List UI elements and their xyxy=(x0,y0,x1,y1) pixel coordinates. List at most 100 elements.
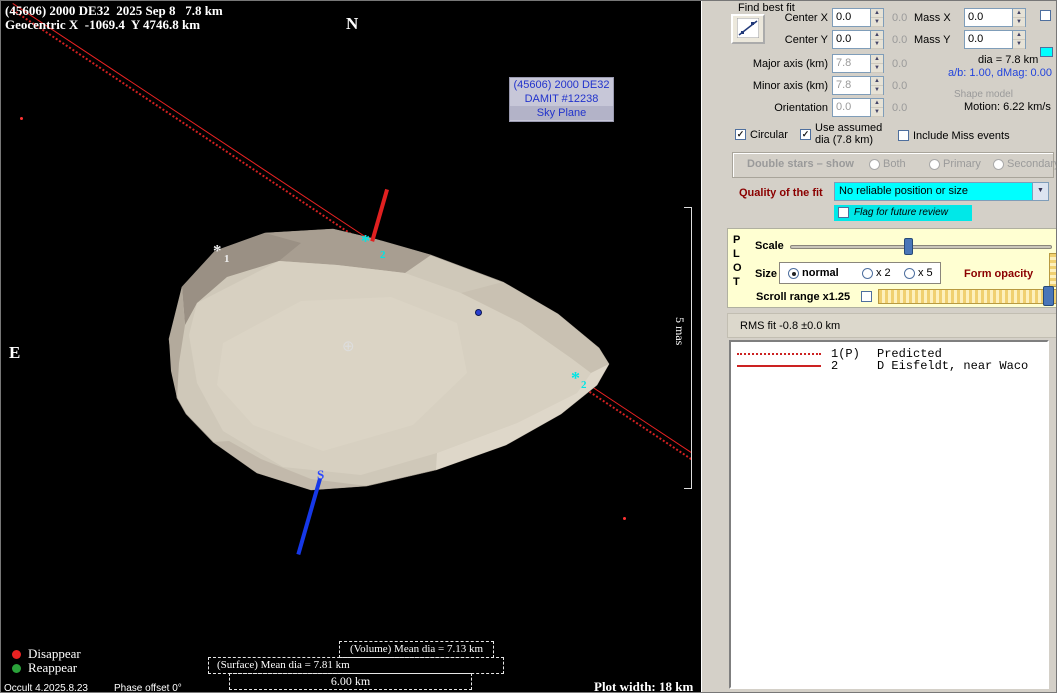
minor-axis-label: Minor axis (km) xyxy=(728,80,828,92)
spin-down-icon[interactable]: ▼ xyxy=(1013,40,1025,49)
stray-dot-right xyxy=(623,517,626,520)
flag-review-label: Flag for future review xyxy=(854,207,948,218)
chord-list-row[interactable]: 2 D Eisfeldt, near Waco xyxy=(737,359,1028,372)
include-miss-checkbox[interactable] xyxy=(898,130,909,141)
chord2-label-r: 2 xyxy=(581,379,587,391)
disappear-marker-chord2[interactable]: * xyxy=(361,231,370,252)
surface-dia-text: (Surface) Mean dia = 7.81 km xyxy=(217,659,350,671)
mass-y-spin-buttons[interactable]: ▲▼ xyxy=(1012,31,1025,48)
ab-dmag-readout: a/b: 1.00, dMag: 0.00 xyxy=(948,67,1052,79)
spin-down-icon[interactable]: ▼ xyxy=(1013,18,1025,27)
motion-readout: Motion: 6.22 km/s xyxy=(964,101,1051,113)
scroll-range-checkbox[interactable] xyxy=(861,291,872,302)
size-x5-label: x 5 xyxy=(918,267,933,279)
info-object: (45606) 2000 DE32 xyxy=(510,78,613,92)
predicted-center-asterisk: * xyxy=(213,241,222,261)
flag-review-checkbox[interactable] xyxy=(838,207,849,218)
form-opacity-vertical-track[interactable] xyxy=(1049,253,1057,287)
mas-scale-label: 5 mas xyxy=(672,317,687,345)
mass-x-value: 0.0 xyxy=(965,9,1012,26)
center-x-sigma: 0.0 xyxy=(892,12,907,24)
double-stars-caption: Double stars – show xyxy=(747,158,854,170)
reappear-marker-chord2[interactable]: * xyxy=(571,368,580,389)
both-radio xyxy=(869,159,880,170)
center-x-label: Center X xyxy=(758,12,828,24)
plot-letter-p: P xyxy=(733,234,740,246)
info-damit: DAMIT #12238 xyxy=(510,92,613,106)
center-y-spinner[interactable]: 0.0 ▲▼ xyxy=(832,30,884,49)
volume-dia-box: (Volume) Mean dia = 7.13 km xyxy=(339,641,494,658)
find-best-fit-icon xyxy=(737,18,759,38)
info-sky-plane: Sky Plane xyxy=(510,106,613,120)
spin-down-icon: ▼ xyxy=(871,108,883,117)
minor-axis-spin-buttons: ▲▼ xyxy=(870,77,883,94)
scalebar-text: 6.00 km xyxy=(331,674,370,688)
center-y-label: Center Y xyxy=(758,34,828,46)
dropdown-arrow-icon[interactable]: ▼ xyxy=(1032,183,1048,200)
scroll-range-label: Scroll range x1.25 xyxy=(756,291,850,303)
spin-down-icon: ▼ xyxy=(871,64,883,73)
rms-fit-bar: RMS fit -0.8 ±0.0 km xyxy=(727,313,1057,338)
use-assumed-label-2: dia (7.8 km) xyxy=(815,134,873,146)
mas-bracket-line xyxy=(691,207,692,489)
form-opacity-label: Form opacity xyxy=(964,268,1033,280)
size-label: Size xyxy=(755,268,777,280)
spin-up-icon[interactable]: ▲ xyxy=(871,9,883,18)
spin-down-icon[interactable]: ▼ xyxy=(871,40,883,49)
north-direction-label: N xyxy=(346,14,358,34)
size-options-box: normal x 2 x 5 xyxy=(779,262,941,284)
chord2-label-d: 2 xyxy=(380,249,386,261)
orientation-sigma: 0.0 xyxy=(892,102,907,114)
surface-dia-box: (Surface) Mean dia = 7.81 km xyxy=(208,657,504,674)
predicted-chord-line-sample xyxy=(737,353,821,355)
checkmark-icon: ✓ xyxy=(802,129,810,139)
fit-control-panel: Find best fit Center X 0.0 ▲▼ 0.0 Mass X… xyxy=(701,1,1057,693)
scale-slider-track[interactable] xyxy=(790,245,1052,249)
center-y-value: 0.0 xyxy=(833,31,870,48)
use-assumed-checkbox[interactable]: ✓ xyxy=(800,129,811,140)
mass-y-highlight-box[interactable] xyxy=(1040,47,1053,57)
reappear-legend-dot xyxy=(12,664,21,673)
spin-down-icon[interactable]: ▼ xyxy=(871,18,883,27)
spin-up-icon: ▲ xyxy=(871,77,883,86)
quality-value: No reliable position or size xyxy=(835,183,1032,200)
chord-list[interactable]: 1(P) Predicted 2 D Eisfeldt, near Waco xyxy=(729,340,1049,689)
chord-name: D Eisfeldt, near Waco xyxy=(877,359,1028,373)
star-position-dot xyxy=(475,309,482,316)
form-opacity-slider-track[interactable] xyxy=(878,289,1057,304)
spin-up-icon[interactable]: ▲ xyxy=(871,31,883,40)
center-y-spin-buttons[interactable]: ▲▼ xyxy=(870,31,883,48)
observed-chord-line-sample xyxy=(737,365,821,367)
quality-dropdown[interactable]: No reliable position or size ▼ xyxy=(834,182,1049,201)
scale-slider-thumb[interactable] xyxy=(904,238,913,255)
spin-up-icon[interactable]: ▲ xyxy=(1013,31,1025,40)
center-x-spinner[interactable]: 0.0 ▲▼ xyxy=(832,8,884,27)
spin-up-icon[interactable]: ▲ xyxy=(1013,9,1025,18)
size-x2-radio[interactable] xyxy=(862,268,873,279)
form-opacity-slider-thumb[interactable] xyxy=(1043,286,1054,306)
orientation-value: 0.0 xyxy=(833,99,870,116)
occult-sky-plane-window: S (45606) 2000 DE32 2025 Sep 8 7.8 km Ge… xyxy=(0,0,1057,693)
center-x-spin-buttons[interactable]: ▲▼ xyxy=(870,9,883,26)
size-x5-radio[interactable] xyxy=(904,268,915,279)
geocenter-marker: ⊕ xyxy=(342,337,355,356)
orientation-spin-buttons: ▲▼ xyxy=(870,99,883,116)
plot-controls-panel: P L O T Scale Size normal x 2 x 5 Form o… xyxy=(727,228,1057,308)
rms-fit-text: RMS fit -0.8 ±0.0 km xyxy=(740,320,840,332)
plot-letter-l: L xyxy=(733,248,740,260)
circular-label: Circular xyxy=(750,129,788,141)
plot-letter-o: O xyxy=(733,262,742,274)
mass-x-flag-checkbox[interactable] xyxy=(1040,10,1051,21)
mass-x-spin-buttons[interactable]: ▲▼ xyxy=(1012,9,1025,26)
circular-checkbox[interactable]: ✓ xyxy=(735,129,746,140)
shape-model-label: Shape model xyxy=(954,89,1013,100)
minor-axis-sigma: 0.0 xyxy=(892,80,907,92)
size-normal-radio[interactable] xyxy=(788,268,799,279)
secondary-label: Secondary xyxy=(1007,158,1057,170)
size-x2-label: x 2 xyxy=(876,267,891,279)
mass-y-spinner[interactable]: 0.0 ▲▼ xyxy=(964,30,1026,49)
spin-up-icon: ▲ xyxy=(871,99,883,108)
mass-x-spinner[interactable]: 0.0 ▲▼ xyxy=(964,8,1026,27)
primary-label: Primary xyxy=(943,158,981,170)
major-axis-sigma: 0.0 xyxy=(892,58,907,70)
